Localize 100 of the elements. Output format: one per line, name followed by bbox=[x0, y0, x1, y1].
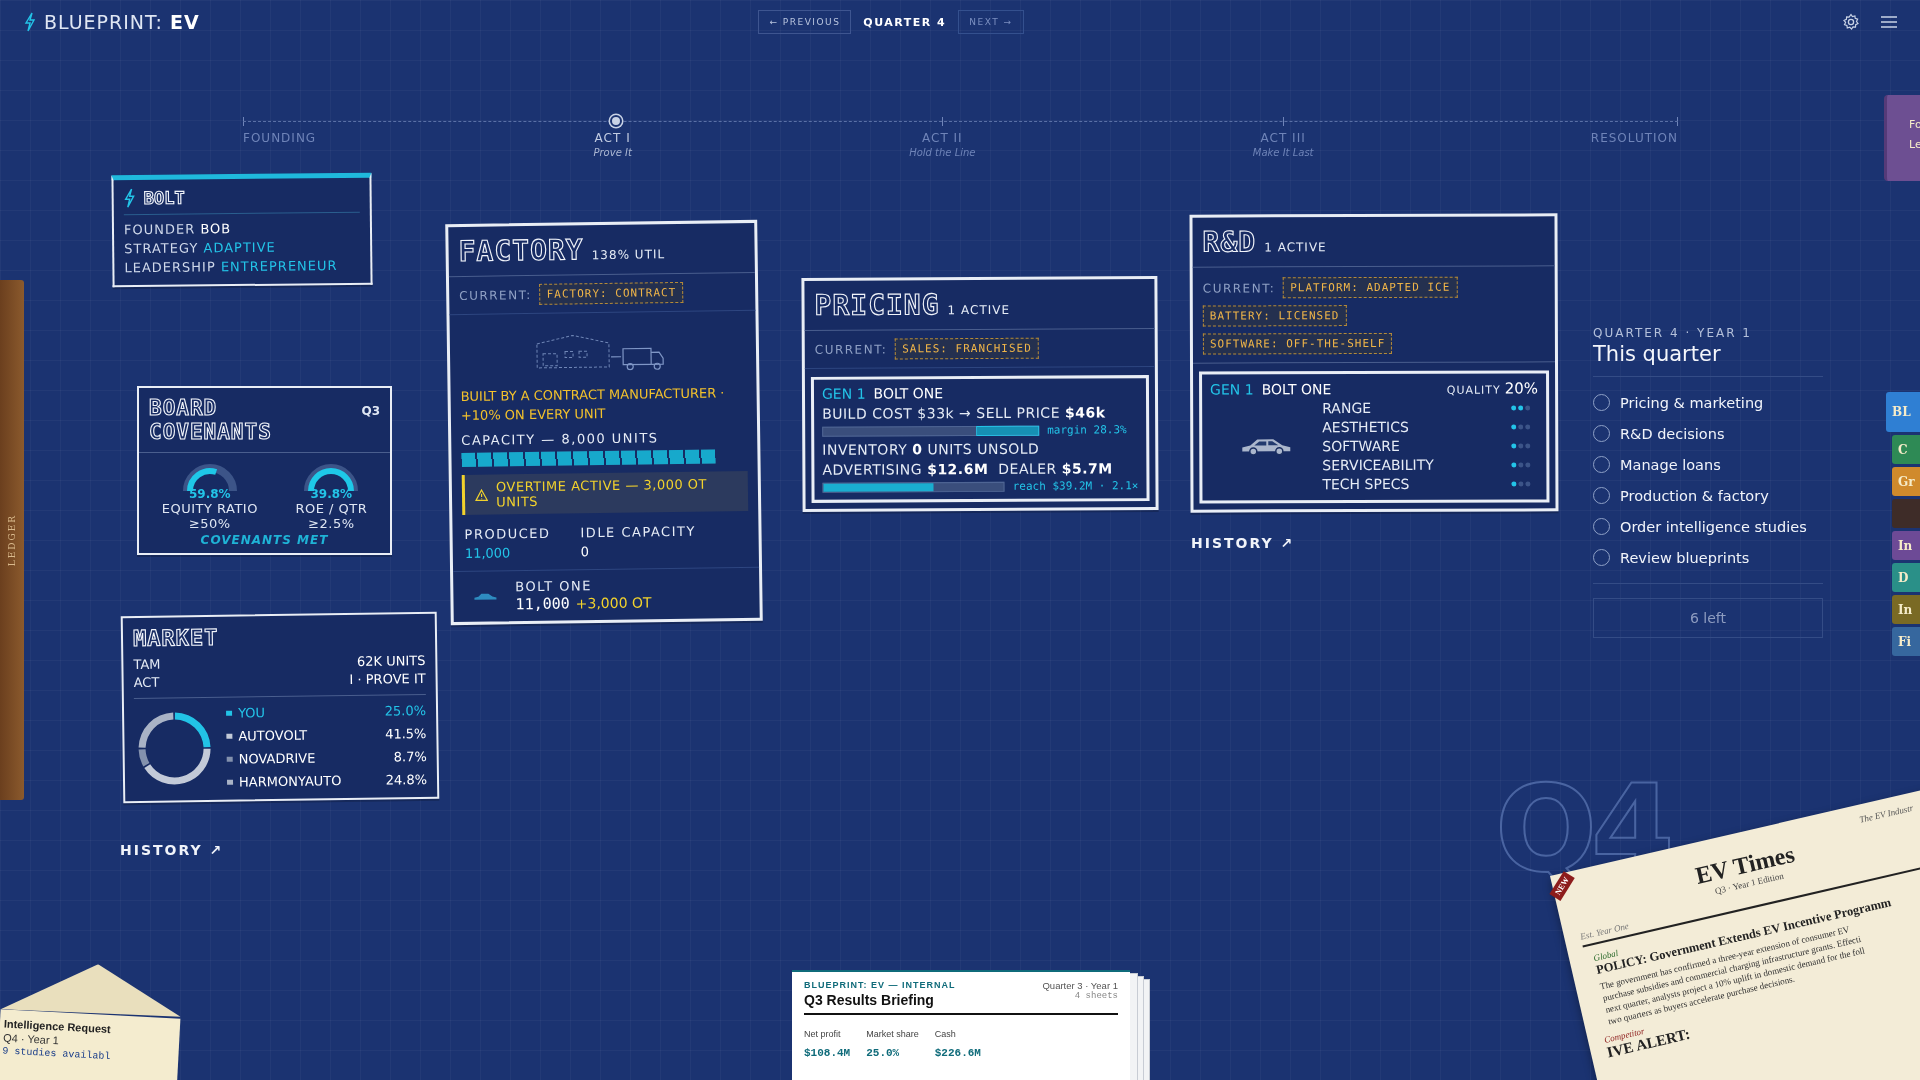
brief-title: Q3 Results Briefing bbox=[804, 992, 935, 1008]
gauge-value: 59.8% bbox=[189, 487, 231, 501]
side-tab[interactable]: In bbox=[1892, 595, 1920, 624]
side-tab[interactable]: D bbox=[1892, 563, 1920, 592]
timeline-label: ACT I bbox=[594, 131, 631, 145]
remaining-button[interactable]: 6 left bbox=[1593, 598, 1823, 638]
metric-value: $226.6M bbox=[934, 1047, 981, 1059]
task-label: Review blueprints bbox=[1620, 549, 1750, 566]
stat-label: IDLE CAPACITY bbox=[580, 523, 696, 541]
card-title: BOARD COVENANTS bbox=[149, 396, 273, 444]
metric-label: Market share bbox=[866, 1029, 919, 1039]
side-tab[interactable]: In bbox=[1892, 531, 1920, 560]
metric-label: Net profit bbox=[804, 1029, 842, 1039]
history-link[interactable]: HISTORY ↗ bbox=[120, 842, 224, 858]
quarter-label: QUARTER 4 bbox=[863, 15, 947, 29]
legend-value: 24.8% bbox=[385, 771, 428, 788]
quality-label: QUALITY bbox=[1446, 383, 1501, 397]
attribute-name: TECH SPECS bbox=[1322, 475, 1410, 493]
stat-value: 0 bbox=[580, 543, 591, 560]
stat-value: 11,000 bbox=[464, 544, 512, 561]
attribute-name: AESTHETICS bbox=[1322, 418, 1409, 436]
warning-text: OVERTIME ACTIVE — 3,000 OT UNITS bbox=[495, 476, 709, 510]
margin-label: margin 28.3% bbox=[1047, 423, 1127, 437]
stat-label: PRODUCED bbox=[464, 525, 551, 542]
market-value: 62K UNITS bbox=[355, 652, 426, 670]
card-title: MARKET bbox=[132, 623, 220, 652]
brief-period: Quarter 3 · Year 1 bbox=[1042, 980, 1118, 991]
menu-icon bbox=[1880, 15, 1898, 29]
gauge-label: ROE / QTR bbox=[295, 501, 368, 516]
timeline-subtitle: Make It Last bbox=[1252, 147, 1314, 158]
task-label: Pricing & marketing bbox=[1620, 394, 1764, 411]
previous-button[interactable]: ← PREVIOUS bbox=[758, 10, 852, 34]
brief-kicker: BLUEPRINT: EV — INTERNAL bbox=[804, 980, 956, 990]
task-label: Production & factory bbox=[1620, 487, 1769, 504]
timeline-label: ACT III bbox=[1260, 131, 1306, 145]
market-label: ACT bbox=[133, 673, 161, 691]
envelope-status: 9 studies availabl bbox=[2, 1045, 112, 1065]
gauge-target: ≥2.5% bbox=[308, 516, 355, 531]
gauge-label: EQUITY RATIO bbox=[161, 501, 258, 516]
current-label: CURRENT: bbox=[459, 287, 532, 303]
company-detail: STRATEGY ADAPTIVE bbox=[124, 238, 277, 259]
company-detail: LEADERSHIP ENTREPRENEUR bbox=[124, 257, 339, 278]
ledger-label: LEDGER bbox=[7, 513, 17, 567]
bolt-icon bbox=[24, 12, 36, 32]
timeline-subtitle: Prove It bbox=[593, 147, 632, 158]
status-label: 138% UTIL bbox=[591, 247, 666, 263]
metric-label: Cash bbox=[934, 1029, 957, 1039]
model-name: BOLT ONE bbox=[873, 385, 944, 402]
current-label: CURRENT: bbox=[1202, 280, 1276, 296]
settings-icon bbox=[1842, 13, 1860, 31]
current-tag: FACTORY: CONTRACT bbox=[539, 281, 684, 305]
task-label: Order intelligence studies bbox=[1620, 518, 1807, 535]
legend-value: 25.0% bbox=[384, 702, 427, 719]
card-title: PRICING bbox=[814, 288, 940, 322]
timeline-label: RESOLUTION bbox=[1590, 131, 1678, 145]
status-text: COVENANTS MET bbox=[199, 532, 330, 549]
gauge-value: 39.8% bbox=[310, 487, 353, 501]
current-tag: PLATFORM: ADAPTED ICE bbox=[1283, 276, 1458, 299]
market-label: TAM bbox=[133, 655, 162, 673]
side-tab[interactable]: Fi bbox=[1892, 627, 1920, 656]
legend-label: HARMONYAUTO bbox=[238, 772, 343, 790]
card-title: BOLT bbox=[143, 187, 185, 209]
history-link[interactable]: HISTORY ↗ bbox=[1191, 535, 1295, 551]
envelope-period: Q4 · Year 1 bbox=[2, 1031, 60, 1047]
legend-label: AUTOVOLT bbox=[238, 726, 309, 744]
car-icon bbox=[473, 591, 498, 602]
attribute-name: RANGE bbox=[1322, 400, 1372, 417]
timeline-subtitle: Hold the Line bbox=[909, 147, 976, 158]
side-tab[interactable]: Gr bbox=[1892, 467, 1920, 496]
overtime-value: +3,000 OT bbox=[575, 594, 652, 612]
generation-label: GEN 1 bbox=[821, 385, 866, 402]
panel-title: This quarter bbox=[1593, 342, 1722, 366]
warning-icon bbox=[474, 488, 489, 502]
side-tab[interactable]: C bbox=[1892, 435, 1920, 464]
gauge-target: ≥50% bbox=[188, 516, 231, 531]
market-value: I · PROVE IT bbox=[349, 670, 426, 688]
current-tag: SOFTWARE: OFF-THE-SHELF bbox=[1202, 332, 1393, 355]
legend-value: 41.5% bbox=[384, 725, 427, 742]
task-label: Manage loans bbox=[1620, 456, 1721, 473]
attribute-name: SERVICEABILITY bbox=[1322, 456, 1434, 474]
current-tag: SALES: FRANCHISED bbox=[895, 337, 1039, 360]
paper-tagline: The EV Industr bbox=[1857, 802, 1915, 827]
company-detail: FOUNDER BOB bbox=[123, 220, 233, 240]
timeline-label: ACT II bbox=[922, 131, 963, 145]
timeline-label: FOUNDING bbox=[243, 131, 317, 145]
app-title: BLUEPRINT: EV bbox=[44, 11, 200, 33]
current-tag: BATTERY: LICENSED bbox=[1202, 305, 1347, 327]
description-text: BUILT BY A CONTRACT MANUFACTURER · +10% ON EVERY UNIT bbox=[459, 384, 726, 425]
period-label: Q3 bbox=[361, 404, 380, 418]
paper-est: Est. Year One bbox=[1579, 919, 1631, 942]
legend-value: 8.7% bbox=[393, 748, 427, 765]
cost-text: BUILD COST $33k → SELL PRICE $46k bbox=[822, 404, 1107, 422]
card-title: R&D bbox=[1202, 225, 1257, 259]
current-label: CURRENT: bbox=[814, 342, 888, 357]
spend-text: ADVERTISING $12.6M DEALER $5.7M bbox=[822, 460, 1114, 478]
product-name: BOLT ONE bbox=[515, 577, 593, 595]
card-title: FACTORY bbox=[458, 233, 584, 268]
status-label: 1 ACTIVE bbox=[1264, 240, 1327, 255]
capacity-label: CAPACITY — 8,000 UNITS bbox=[460, 429, 660, 450]
side-tab[interactable]: BL bbox=[1886, 392, 1920, 432]
